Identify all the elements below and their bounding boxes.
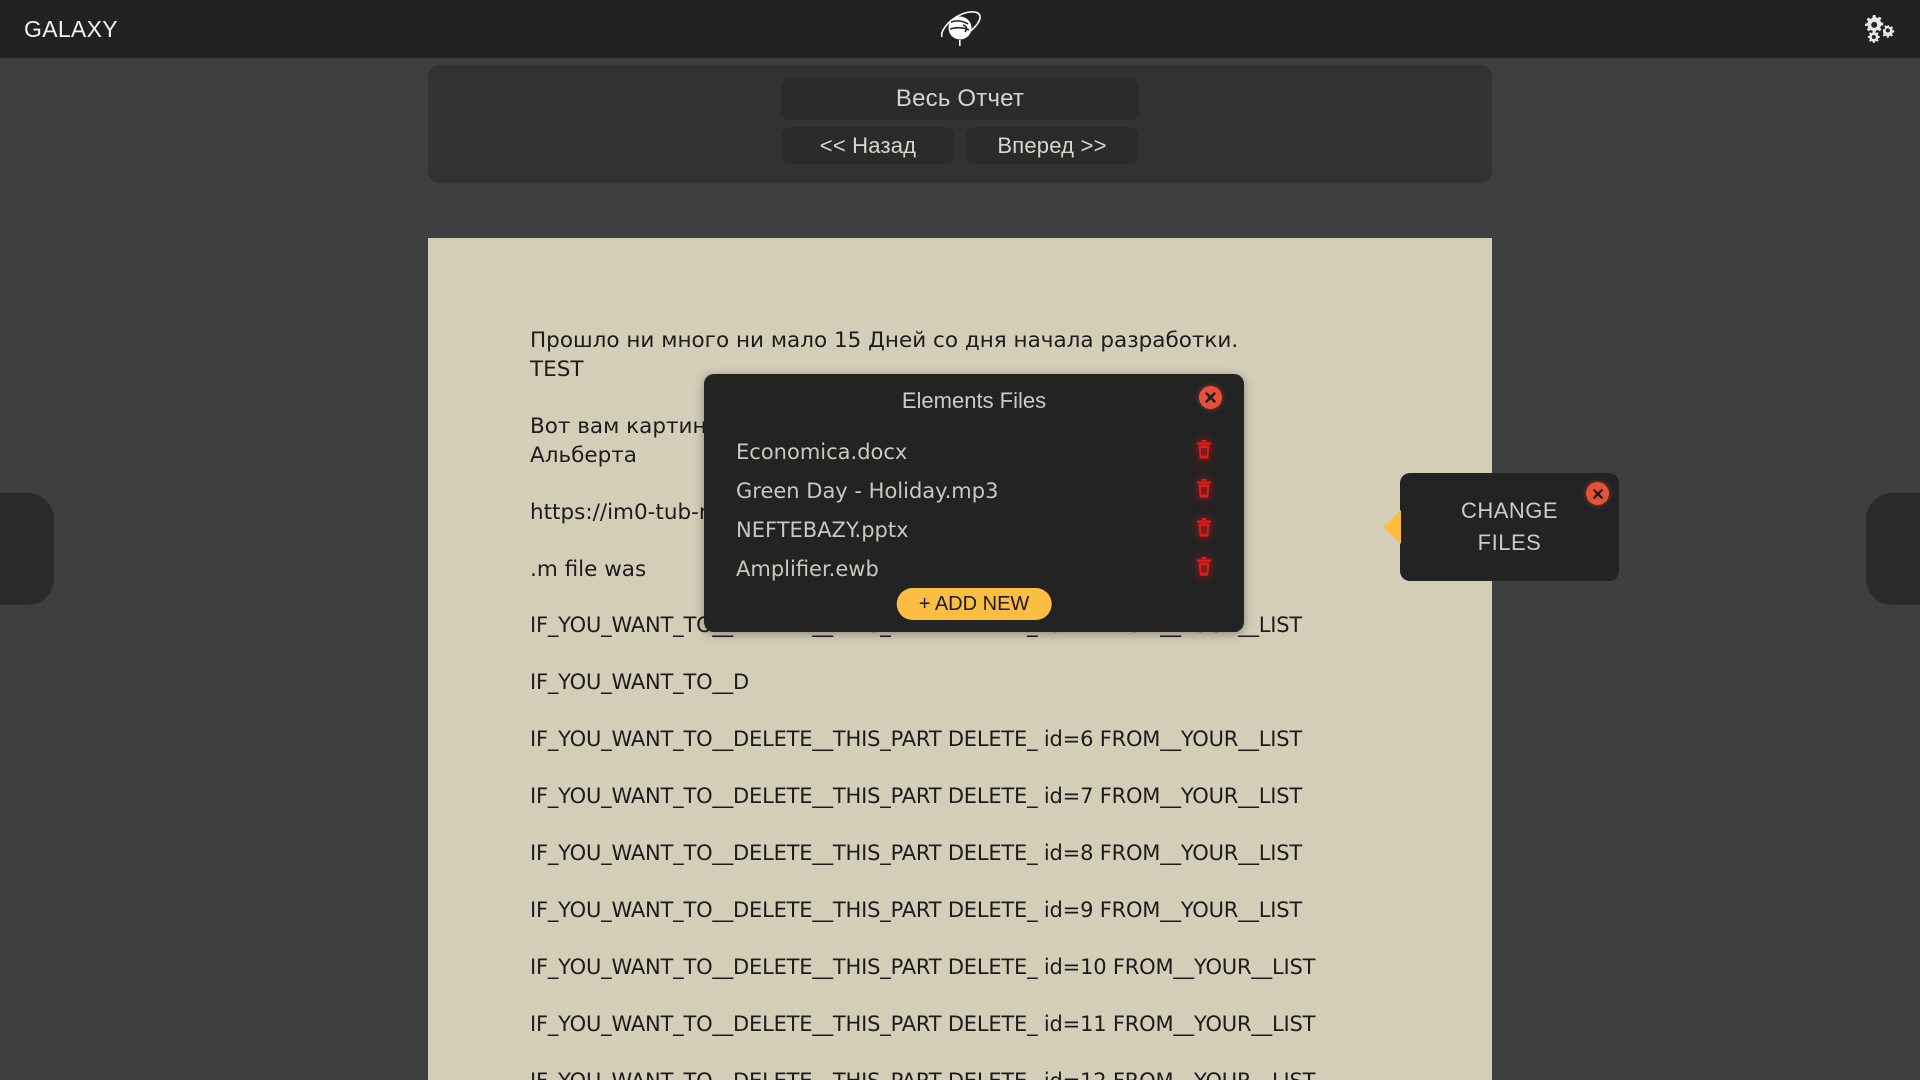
app-brand: GALAXY — [24, 15, 118, 42]
report-marker-line: IF_YOU_WANT_TO__DELETE__THIS_PART DELETE… — [530, 1068, 1464, 1080]
page-stage: Весь Отчет << Назад Вперед >> Прошло ни … — [0, 58, 1920, 1080]
close-circle-icon[interactable] — [1586, 482, 1609, 505]
report-marker-line: IF_YOU_WANT_TO__DELETE__THIS_PART DELETE… — [530, 784, 1303, 808]
close-circle-icon[interactable] — [1199, 386, 1222, 409]
report-marker-line: IF_YOU_WANT_TO__DELETE__THIS_PART DELETE… — [530, 955, 1316, 979]
file-name: Green Day - Holiday.mp3 — [736, 478, 999, 503]
list-item[interactable]: NEFTEBAZY.pptx — [736, 510, 1214, 549]
report-marker-line: IF_YOU_WANT_TO__DELETE__THIS_PART DELETE… — [530, 841, 1303, 865]
report-marker-line: IF_YOU_WANT_TO__DELETE__THIS_PART DELETE… — [530, 1012, 1316, 1036]
trash-icon[interactable] — [1194, 556, 1214, 581]
edge-handle-left[interactable] — [0, 493, 54, 605]
file-name: NEFTEBAZY.pptx — [736, 517, 909, 542]
planet-saturn-icon — [936, 6, 984, 52]
report-marker-line: IF_YOU_WANT_TO__DELETE__THIS_PART DELETE… — [530, 898, 1303, 922]
full-report-button[interactable]: Весь Отчет — [781, 78, 1139, 120]
list-item[interactable]: Green Day - Holiday.mp3 — [736, 471, 1214, 510]
edge-handle-right[interactable] — [1866, 493, 1920, 605]
gears-icon[interactable] — [1858, 8, 1902, 50]
report-marker-line: IF_YOU_WANT_TO__D — [530, 670, 749, 694]
elements-files-modal: Elements Files Economica.docx Green Day … — [704, 374, 1244, 632]
file-name: Economica.docx — [736, 439, 908, 464]
tooltip-arrow-icon — [1383, 510, 1401, 544]
list-item[interactable]: Economica.docx — [736, 432, 1214, 471]
modal-title: Elements Files — [901, 388, 1047, 413]
top-bar: GALAXY — [0, 0, 1920, 58]
add-new-file-button[interactable]: + ADD NEW — [896, 588, 1052, 620]
tooltip-line-2: FILES — [1477, 530, 1542, 555]
file-list: Economica.docx Green Day - Holiday.mp3 N… — [704, 432, 1244, 588]
pager-controls: << Назад Вперед >> — [782, 127, 1138, 164]
trash-icon[interactable] — [1194, 517, 1214, 542]
change-files-tooltip: CHANGE FILES — [1383, 473, 1619, 581]
list-item[interactable]: Amplifier.ewb — [736, 549, 1214, 588]
previous-page-button[interactable]: << Назад — [782, 127, 954, 164]
tooltip-text: CHANGE FILES — [1461, 495, 1558, 559]
report-toolbar: Весь Отчет << Назад Вперед >> — [428, 65, 1492, 183]
trash-icon[interactable] — [1194, 478, 1214, 503]
next-page-button[interactable]: Вперед >> — [966, 127, 1138, 164]
report-marker-line: IF_YOU_WANT_TO__DELETE__THIS_PART DELETE… — [530, 727, 1303, 751]
trash-icon[interactable] — [1194, 439, 1214, 464]
file-name: Amplifier.ewb — [736, 556, 879, 581]
report-document: Прошло ни много ни мало 15 Дней со дня н… — [428, 238, 1492, 1080]
tooltip-line-1: CHANGE — [1460, 498, 1559, 523]
